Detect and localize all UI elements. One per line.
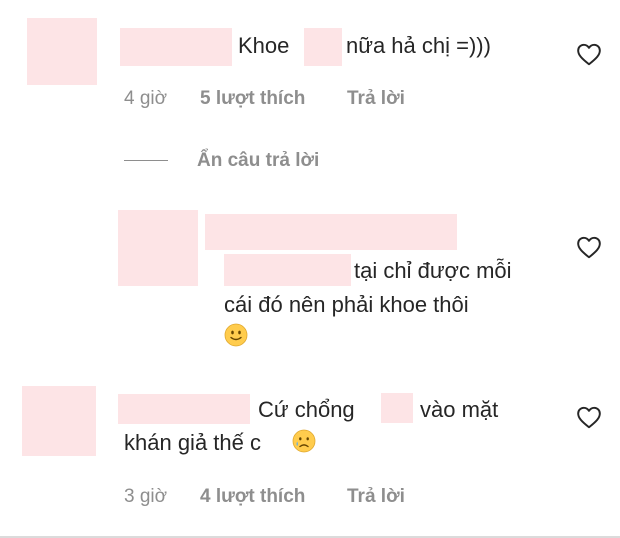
like-heart-icon[interactable] — [576, 42, 602, 66]
redacted-username[interactable] — [120, 28, 232, 66]
avatar[interactable] — [118, 210, 198, 286]
redacted-word — [381, 393, 413, 423]
reply-button[interactable]: Trả lời — [347, 88, 405, 110]
comment-text-part: Cứ chổng — [258, 397, 355, 422]
comment-text-part: nữa hả chị =))) — [346, 33, 491, 58]
comment-text-line: khán giả thế c — [124, 430, 261, 455]
reply-text-line: cái đó nên phải khoe thôi — [224, 292, 469, 317]
avatar[interactable] — [22, 386, 96, 456]
likes-count-button[interactable]: 5 lượt thích — [200, 88, 305, 110]
hide-replies-label[interactable]: Ẩn câu trả lời — [197, 150, 319, 172]
comment-text-part: vào mặt — [420, 397, 499, 422]
comment-time: 3 giờ — [124, 486, 168, 507]
redacted-word — [304, 28, 342, 66]
like-heart-icon[interactable] — [576, 235, 602, 259]
redacted-username[interactable] — [205, 214, 457, 250]
slightly-smiling-face-icon — [224, 323, 248, 347]
comment-time: 4 giờ — [124, 88, 168, 109]
replies-divider-line — [124, 160, 168, 161]
reply-button[interactable]: Trả lời — [347, 486, 405, 508]
reply-text-line: tại chỉ được mỗi — [354, 258, 512, 283]
redacted-username[interactable] — [118, 394, 250, 424]
avatar[interactable] — [27, 18, 97, 85]
comment-text-part: Khoe — [238, 33, 290, 58]
like-heart-icon[interactable] — [576, 405, 602, 429]
likes-count-button[interactable]: 4 lượt thích — [200, 486, 305, 508]
crying-face-icon — [292, 429, 316, 453]
redacted-mention[interactable] — [224, 254, 351, 286]
